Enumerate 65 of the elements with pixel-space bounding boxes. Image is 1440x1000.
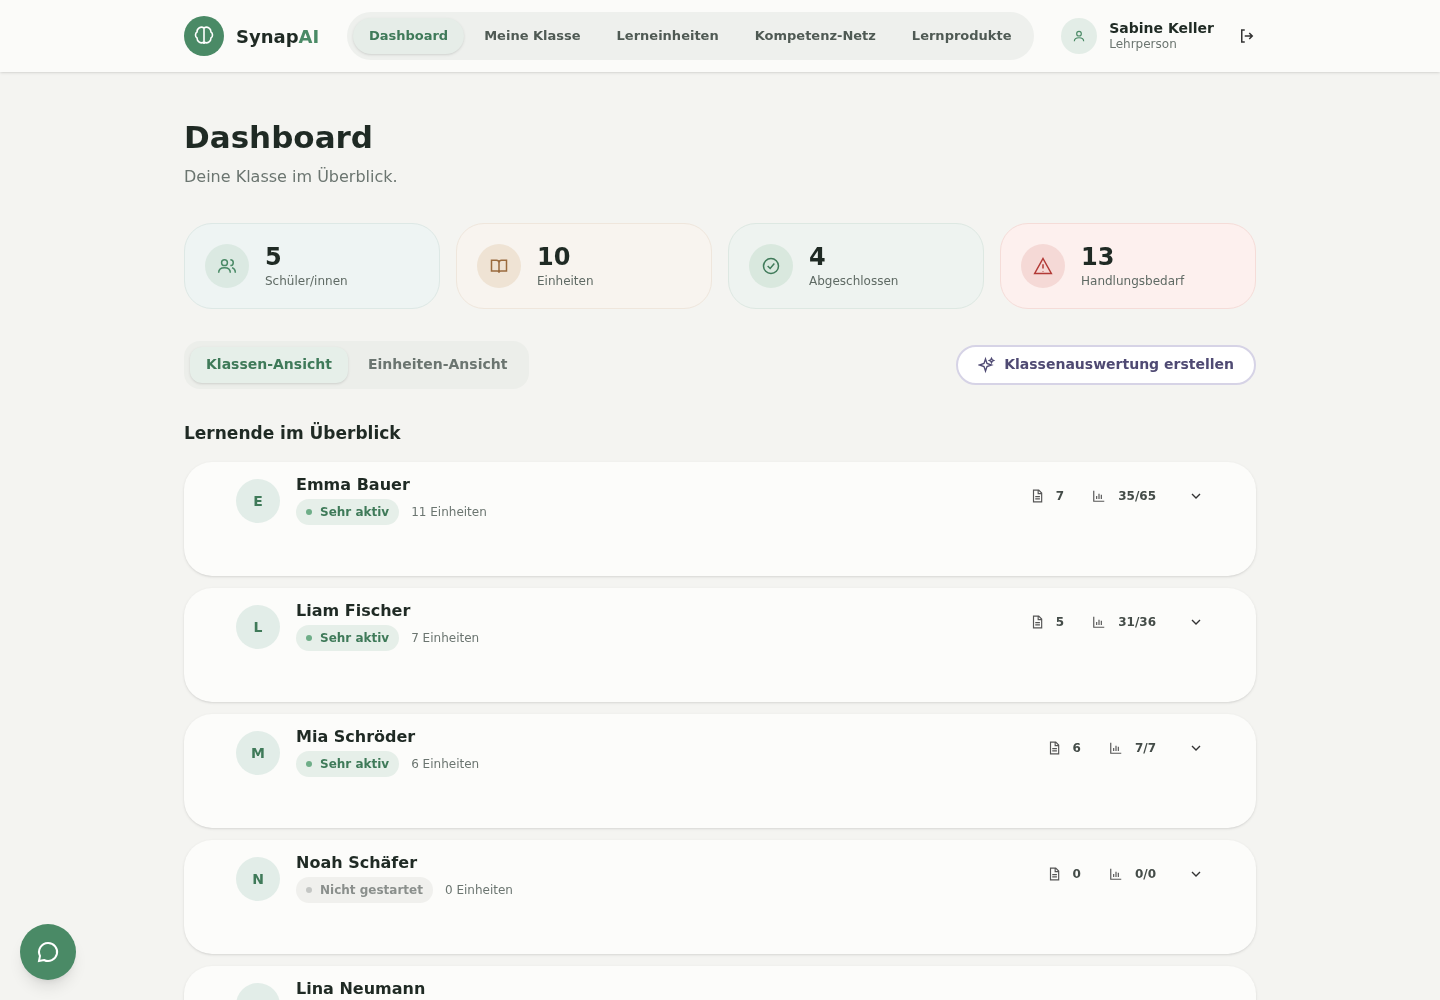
status-badge: Sehr aktiv	[296, 499, 400, 526]
view-tab[interactable]: Klassen-Ansicht	[190, 346, 348, 383]
stat-label: Abgeschlossen	[809, 272, 899, 290]
nav-tab[interactable]: Meine Klasse	[468, 18, 597, 54]
chat-button[interactable]	[20, 924, 76, 980]
book-icon	[477, 243, 521, 288]
unit-count: 11 Einheiten	[411, 504, 487, 522]
nav-tab[interactable]: Lernprodukte	[895, 18, 1028, 54]
page-title: Dashboard	[184, 118, 375, 157]
section-title: Lernende im Überblick	[184, 421, 402, 445]
initial-avatar: N	[236, 857, 280, 902]
stat-value: 10	[537, 241, 572, 272]
page-subtitle: Deine Klasse im Überblick.	[184, 165, 399, 188]
stat-value: 5	[265, 241, 283, 272]
document-count: 6	[1072, 740, 1081, 758]
document-count: 5	[1055, 614, 1065, 632]
stat-label: Handlungsbedarf	[1081, 272, 1185, 290]
stat-value: 4	[809, 241, 827, 272]
bar-chart-icon	[1092, 489, 1107, 504]
user-icon	[1072, 29, 1087, 43]
stat-label: Einheiten	[537, 272, 594, 290]
report-button[interactable]: Klassenauswertung erstellen	[956, 344, 1256, 385]
score: 7/7	[1134, 740, 1156, 758]
chat-bubble-icon	[36, 940, 60, 964]
student-card[interactable]: N Noah Schäfer Nicht gestartet 0 Einheiten 0 0/0	[184, 840, 1256, 955]
score: 31/36	[1118, 614, 1156, 632]
student-card[interactable]: L Liam Fischer Sehr aktiv 7 Einheiten 5 31/36	[184, 588, 1256, 703]
score: 0/0	[1134, 866, 1156, 884]
document-count: 0	[1072, 866, 1081, 884]
student-card[interactable]: Lina Neumann	[184, 966, 1256, 1000]
student-card[interactable]: E Emma Bauer Sehr aktiv 11 Einheiten 7 35/65	[184, 462, 1256, 577]
status-badge: Nicht gestartet	[296, 877, 433, 904]
logout-icon[interactable]	[1238, 27, 1256, 45]
stat-value: 13	[1081, 241, 1116, 272]
stat-label: Schüler/innen	[265, 272, 348, 290]
sparkle-icon	[978, 355, 997, 374]
unit-count: 7 Einheiten	[411, 630, 480, 648]
student-name: Lina Neumann	[296, 979, 427, 1000]
brain-logo-icon	[184, 16, 224, 56]
score: 35/65	[1118, 488, 1156, 506]
document-count: 7	[1055, 488, 1065, 506]
bar-chart-icon	[1108, 741, 1123, 756]
user-name: Sabine Keller	[1109, 19, 1214, 38]
warning-icon	[1021, 243, 1065, 288]
student-name: Liam Fischer	[296, 601, 412, 622]
student-name: Noah Schäfer	[296, 853, 419, 874]
student-name: Emma Bauer	[296, 475, 411, 496]
unit-count: 6 Einheiten	[411, 756, 480, 774]
status-badge: Sehr aktiv	[296, 751, 400, 778]
user-role: Lehrperson	[1109, 37, 1178, 53]
nav-tab[interactable]: Lerneinheiten	[600, 18, 735, 54]
bar-chart-icon	[1092, 615, 1107, 630]
student-name: Mia Schröder	[296, 727, 417, 748]
status-badge: Sehr aktiv	[296, 625, 400, 652]
view-tab[interactable]: Einheiten-Ansicht	[351, 346, 524, 383]
nav-tab[interactable]: Dashboard	[352, 18, 465, 54]
bar-chart-icon	[1108, 867, 1123, 882]
brand-name: SynapAI	[236, 24, 320, 49]
nav-tab[interactable]: Kompetenz-Netz	[738, 18, 892, 54]
initial-avatar: L	[236, 605, 280, 650]
student-card[interactable]: M Mia Schröder Sehr aktiv 6 Einheiten 6 7/7	[184, 714, 1256, 829]
unit-count: 0 Einheiten	[444, 882, 513, 900]
initial-avatar: M	[236, 731, 280, 776]
initial-avatar: E	[236, 479, 280, 524]
people-icon	[205, 243, 249, 288]
